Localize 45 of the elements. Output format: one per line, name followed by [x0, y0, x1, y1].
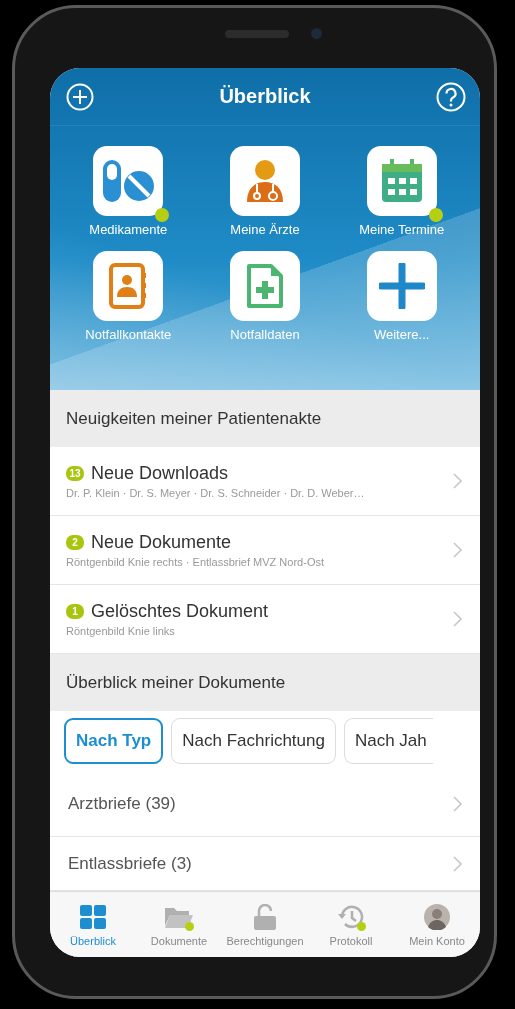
help-button[interactable]: [436, 81, 466, 112]
address-book-icon: [108, 263, 149, 309]
filter-chip[interactable]: Nach Jah: [343, 718, 433, 764]
plus-icon: [378, 263, 425, 309]
filter-chip[interactable]: Nach Fachrichtung: [171, 718, 336, 764]
chevron-icon: [453, 611, 462, 627]
tab-bar-item[interactable]: Dokumente: [136, 892, 222, 957]
chevron-icon: [453, 855, 462, 872]
grid-icon: [80, 904, 106, 929]
chevron-icon: [453, 795, 462, 812]
count-badge: 1: [66, 604, 84, 619]
news-subtitle: Röntgenbild Knie links: [66, 625, 176, 637]
chevron-icon: [453, 542, 462, 558]
tab-bar-item[interactable]: Protokoll: [308, 892, 394, 957]
count-badge: 2: [66, 535, 84, 550]
shortcut-tile[interactable]: Notfallkontakte: [60, 251, 197, 342]
doctor-icon: [245, 158, 285, 204]
section-heading: Überblick meiner Dokumente: [50, 654, 480, 711]
shortcut-tile[interactable]: Weitere...: [333, 251, 470, 342]
count-badge: 13: [66, 466, 84, 481]
avatar-icon: [424, 903, 450, 930]
filter-chip[interactable]: Nach Typ: [64, 718, 164, 764]
news-subtitle: Dr. P. Klein · Dr. S. Meyer · Dr. S. Schneider · Dr. D. Weber…: [66, 487, 366, 499]
pills-icon: [101, 158, 156, 204]
folder-icon: [165, 905, 193, 928]
camera-lens: [311, 28, 322, 39]
shortcut-tile[interactable]: Notfalldaten: [196, 251, 334, 342]
shortcut-tile[interactable]: Meine Termine: [333, 146, 470, 237]
news-title: Neue Downloads: [91, 463, 229, 484]
chevron-icon: [453, 473, 462, 489]
tab-bar-item[interactable]: Überblick: [50, 892, 136, 957]
news-title: Gelöschtes Dokument: [91, 601, 269, 622]
screen-title: Überblick: [219, 85, 311, 108]
calendar-icon: [379, 158, 424, 204]
tab-bar-item[interactable]: Berechtigungen: [222, 892, 308, 957]
news-title: Neue Dokumente: [91, 532, 232, 553]
history-icon: [338, 904, 364, 929]
section-heading: Neuigkeiten meiner Patientenakte: [50, 390, 480, 447]
shortcut-tile[interactable]: Medikamente: [60, 146, 197, 237]
unlocked-padlock-icon: [254, 903, 276, 930]
add-button[interactable]: [66, 82, 94, 111]
news-subtitle: Röntgenbild Knie rechts · Entlassbrief MVZ Nord-Ost: [66, 556, 325, 568]
shortcut-tile[interactable]: Meine Ärzte: [196, 146, 334, 237]
document-plus-icon: [246, 263, 284, 309]
tab-bar-item[interactable]: Mein Konto: [394, 892, 480, 957]
